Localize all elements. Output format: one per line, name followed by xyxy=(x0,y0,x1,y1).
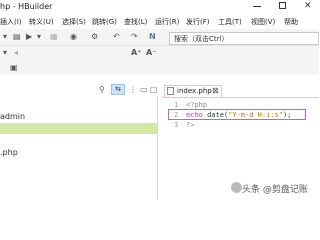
menu-escape[interactable]: 转义(U) xyxy=(29,17,54,27)
settings-icon[interactable]: ⚙ xyxy=(91,32,98,42)
search-box[interactable] xyxy=(169,32,319,45)
menu-dots-icon[interactable]: ⋮ xyxy=(129,85,137,95)
undo-icon[interactable]: ↶ xyxy=(113,32,120,42)
minimize-icon[interactable] xyxy=(253,6,261,7)
dropdown-arrow-icon[interactable]: ▾ xyxy=(3,32,7,42)
menu-bar: 插入(I) 转义(U) 选择(S) 跳转(G) 查找(L) 运行(R) 发行(F… xyxy=(0,14,319,29)
tree-item-php[interactable]: .php xyxy=(0,148,18,157)
code-string: "Y-m-d H:i:s" xyxy=(228,111,283,119)
link-editor-icon[interactable]: ⇆ xyxy=(111,84,125,95)
back-icon[interactable]: ◂ xyxy=(14,48,18,58)
window-title: hp - HBuilder xyxy=(0,2,53,11)
menu-publish[interactable]: 发行(F) xyxy=(186,17,210,27)
line-number: 3 xyxy=(174,121,179,129)
menu-tools[interactable]: 工具(T) xyxy=(218,17,242,27)
maximize-icon[interactable] xyxy=(279,2,286,9)
watermark-text: 头条 @剪盘记账 xyxy=(242,185,308,195)
code-line-3: ?> xyxy=(186,121,195,129)
tab-index-php[interactable]: index.php ⊠ xyxy=(164,85,222,97)
code-tail: ); xyxy=(282,111,292,119)
browser-icon[interactable]: ◉ xyxy=(70,32,77,42)
watermark-logo-icon xyxy=(231,182,242,193)
dropdown-arrow-icon[interactable]: ▾ xyxy=(37,32,41,42)
tab-divider xyxy=(162,97,319,98)
secondary-toolbar: ▾ ◂ A⁺ A⁻ xyxy=(0,46,319,61)
menu-insert[interactable]: 插入(I) xyxy=(0,17,22,27)
font-increase-icon[interactable]: A⁺ xyxy=(131,48,141,58)
code-function: date( xyxy=(207,111,229,119)
tree-item-selected[interactable] xyxy=(0,123,158,134)
redo-icon[interactable]: ↷ xyxy=(131,32,138,42)
code-keyword: echo xyxy=(186,111,203,119)
view-icon[interactable]: ▣ xyxy=(10,63,18,73)
run-icon[interactable]: ▶ xyxy=(26,32,32,42)
line-number: 2 xyxy=(174,111,179,119)
line-number: 1 xyxy=(174,101,179,109)
menu-view[interactable]: 视图(V) xyxy=(251,17,275,27)
menu-help[interactable]: 帮助 xyxy=(284,17,298,27)
code-line-1: <?php xyxy=(186,101,208,109)
menu-goto[interactable]: 跳转(G) xyxy=(92,17,117,27)
menu-run[interactable]: 运行(R) xyxy=(155,17,179,27)
menu-find[interactable]: 查找(L) xyxy=(124,17,147,27)
maximize-panel-icon[interactable]: ▢ xyxy=(150,85,158,95)
preview-icon[interactable]: ▦ xyxy=(50,32,58,42)
font-decrease-icon[interactable]: A⁻ xyxy=(146,48,156,58)
format-icon[interactable]: N xyxy=(149,32,156,42)
pin-icon[interactable]: ⚲ xyxy=(99,85,105,95)
project-panel xyxy=(0,84,158,200)
tertiary-toolbar: ▣ xyxy=(0,61,319,75)
menu-select[interactable]: 选择(S) xyxy=(62,17,86,27)
file-icon xyxy=(167,87,174,95)
close-tab-icon[interactable]: ⊠ xyxy=(212,86,219,95)
search-input[interactable] xyxy=(170,33,318,44)
code-line-2: echo date("Y-m-d H:i:s"); xyxy=(186,111,291,119)
new-file-icon[interactable]: ▤ xyxy=(13,32,21,42)
title-bar: hp - HBuilder ✕ xyxy=(0,0,319,14)
tree-item-admin[interactable]: admin xyxy=(0,112,25,121)
dropdown-arrow-icon[interactable]: ▾ xyxy=(3,48,7,58)
tab-label: index.php xyxy=(177,87,212,95)
minimize-panel-icon[interactable]: ▭ xyxy=(140,85,148,95)
close-icon[interactable]: ✕ xyxy=(304,1,312,11)
